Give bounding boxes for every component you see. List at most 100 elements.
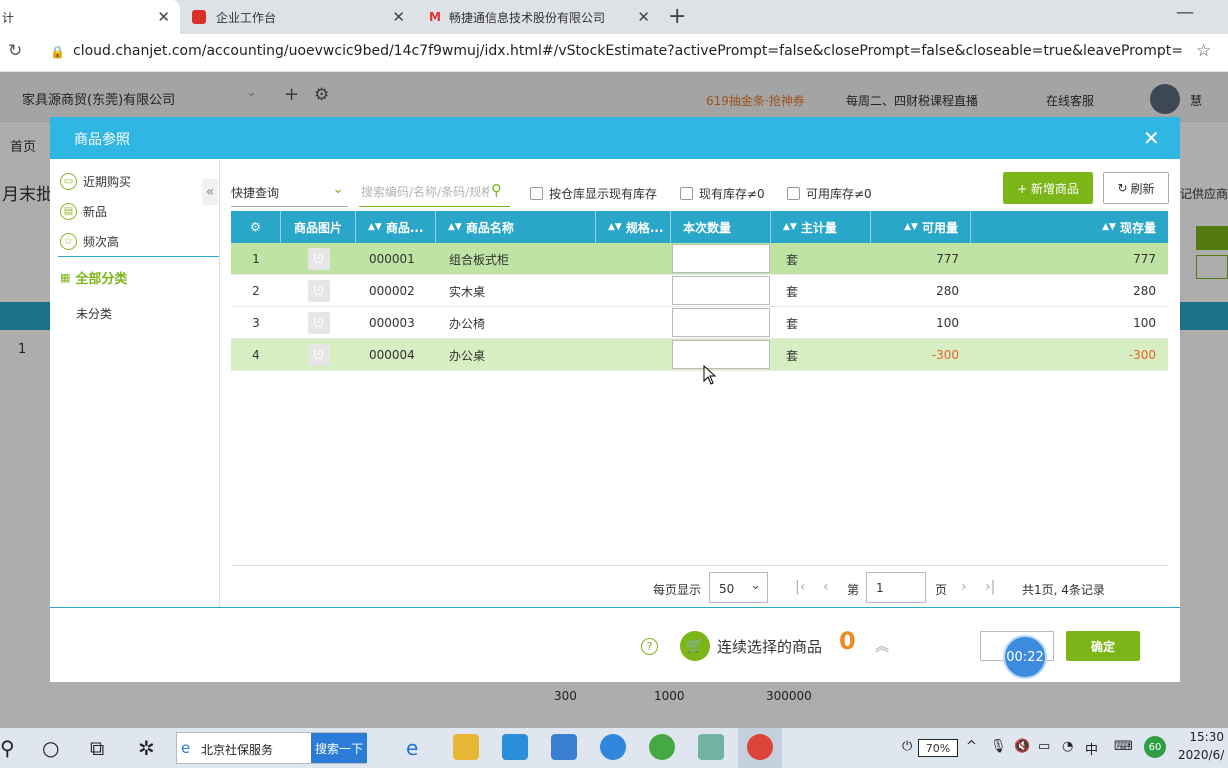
notification-badge[interactable]: 60: [1144, 736, 1166, 758]
power-icon[interactable]: ▭: [1038, 739, 1050, 754]
column-settings-icon[interactable]: ⚙: [231, 211, 281, 243]
sidebar-item-new[interactable]: ▤ 新品: [60, 200, 107, 222]
sidebar-item-frequent[interactable]: ☆ 频次高: [60, 230, 119, 252]
app-icon[interactable]: [698, 734, 724, 760]
col-stock[interactable]: ▲▼ 现存量: [971, 211, 1168, 243]
checkbox-label: 可用库存≠0: [806, 187, 872, 201]
image-placeholder-icon: ᘎ: [307, 344, 330, 366]
col-name[interactable]: ▲▼ 商品名称: [436, 211, 596, 243]
sidebar-item-all-categories[interactable]: ▦ 全部分类: [60, 268, 127, 287]
sidebar-item-recent[interactable]: ▭ 近期购买: [60, 170, 131, 192]
warehouse-stock-checkbox[interactable]: 按仓库显示现有库存: [530, 185, 657, 202]
new-tab-icon[interactable]: +: [668, 4, 686, 29]
wifi-icon[interactable]: ◔: [1062, 739, 1073, 754]
clock-icon[interactable]: [600, 734, 626, 760]
quick-query-select[interactable]: 快捷查询 ⌄: [231, 180, 348, 207]
clock-time[interactable]: 15:30: [1178, 730, 1224, 744]
search-input[interactable]: [361, 183, 489, 201]
taskbar-search-button[interactable]: 搜索一下: [311, 733, 367, 763]
per-page-label: 每页显示: [653, 583, 702, 597]
ime-indicator[interactable]: 中: [1085, 739, 1098, 758]
col-code[interactable]: ▲▼ 商品...: [356, 211, 436, 243]
taskbar-search-label: 北京社保服务: [201, 743, 274, 757]
product-table: ⚙ 商品图片 ▲▼ 商品... ▲▼ 商品名称 ▲▼ 规格... 本次数量 ▲▼ 主计量…: [231, 211, 1168, 566]
table-row[interactable]: 4 ᘎ 000004 办公桌 套 -300 -300: [231, 339, 1168, 371]
col-spec[interactable]: ▲▼ 规格...: [596, 211, 671, 243]
product-name: 组合板式柜: [449, 252, 510, 267]
checkbox-box[interactable]: [530, 187, 543, 200]
chrome-icon[interactable]: [747, 734, 773, 760]
col-label: 主计量: [800, 220, 837, 235]
minimize-icon[interactable]: —: [1176, 2, 1194, 23]
stock-qty: 777: [1133, 252, 1156, 266]
reload-icon[interactable]: ↻: [8, 41, 22, 61]
file-explorer-icon[interactable]: [453, 734, 479, 760]
taskbar-search[interactable]: e 北京社保服务 搜索一下: [176, 732, 367, 764]
clock-date[interactable]: 2020/6/1: [1178, 748, 1224, 762]
quantity-input[interactable]: [672, 308, 770, 337]
product-image: ᘎ: [281, 339, 356, 371]
table-row[interactable]: 3 ᘎ 000003 办公椅 套 100 100: [231, 307, 1168, 339]
confirm-button[interactable]: 确定: [1066, 631, 1140, 661]
page-size-select[interactable]: 50 ⌄: [709, 572, 768, 603]
quantity-input[interactable]: [672, 340, 770, 369]
battery-indicator[interactable]: 70%: [918, 739, 958, 757]
col-label: 商品名称: [465, 220, 514, 235]
checkbox-box[interactable]: [680, 187, 693, 200]
divider: [50, 607, 1180, 608]
pinwheel-icon[interactable]: ✲: [138, 736, 155, 760]
bookmark-star-icon[interactable]: ☆: [1196, 41, 1211, 61]
mail-icon[interactable]: [551, 734, 577, 760]
browser-tab[interactable]: 企业工作台 ✕: [180, 0, 415, 34]
browser-360-icon[interactable]: [649, 734, 675, 760]
col-label: 现存量: [1119, 220, 1156, 235]
new-product-button[interactable]: + 新增商品: [1003, 172, 1093, 204]
cortana-icon[interactable]: ○: [42, 736, 59, 760]
checkbox-box[interactable]: [787, 187, 800, 200]
refresh-label: 刷新: [1130, 181, 1155, 196]
next-page-icon[interactable]: ›: [961, 579, 967, 595]
prev-page-icon[interactable]: ‹: [823, 579, 829, 595]
table-row[interactable]: 1 ᘎ 000001 组合板式柜 套 777 777: [231, 243, 1168, 275]
url-field[interactable]: cloud.chanjet.com/accounting/uoevwcic9be…: [73, 43, 1183, 59]
quantity-input[interactable]: [672, 276, 770, 305]
browser-tab-active[interactable]: 计 ✕: [0, 0, 180, 34]
quantity-input[interactable]: [672, 244, 770, 273]
help-icon[interactable]: ?: [641, 638, 658, 655]
product-image: ᘎ: [281, 307, 356, 339]
search-icon[interactable]: ⚲: [491, 181, 502, 199]
stock-nonzero-checkbox[interactable]: 现有库存≠0: [680, 185, 765, 202]
sidebar-item-uncategorized[interactable]: 未分类: [76, 305, 112, 322]
page-number-input[interactable]: 1: [866, 572, 926, 603]
first-page-icon[interactable]: |‹: [795, 579, 805, 595]
cart-icon[interactable]: 🛒: [680, 631, 710, 661]
col-label: 本次数量: [683, 220, 732, 235]
table-row[interactable]: 2 ᘎ 000002 实木桌 套 280 280: [231, 275, 1168, 307]
store-icon[interactable]: [502, 734, 528, 760]
lock-icon[interactable]: 🔒: [50, 45, 65, 59]
address-bar: ↻ 🔒 cloud.chanjet.com/accounting/uoevwci…: [0, 34, 1228, 72]
search-icon[interactable]: ⚲: [0, 736, 15, 760]
tray-up-icon[interactable]: ^: [966, 739, 977, 754]
last-page-icon[interactable]: ›|: [985, 579, 995, 595]
product-name: 实木桌: [449, 284, 486, 299]
speaker-muted-icon[interactable]: 🔇: [1014, 739, 1030, 754]
refresh-button[interactable]: ↻ 刷新: [1103, 172, 1169, 204]
microphone-icon[interactable]: 🎙: [990, 739, 1007, 754]
col-label: 可用量: [921, 220, 958, 235]
selected-count: 0: [839, 627, 856, 655]
close-icon[interactable]: ✕: [1143, 126, 1160, 150]
tab-close-icon[interactable]: ✕: [637, 8, 650, 26]
collapse-icon[interactable]: «: [202, 179, 218, 205]
available-nonzero-checkbox[interactable]: 可用库存≠0: [787, 185, 872, 202]
expand-up-icon[interactable]: ︽: [875, 636, 889, 656]
tab-close-icon[interactable]: ✕: [392, 8, 405, 26]
edge-icon[interactable]: e: [406, 736, 418, 760]
image-placeholder-icon: ᘎ: [307, 248, 330, 270]
browser-tab[interactable]: M 畅捷通信息技术股份有限公司 ✕: [415, 0, 660, 34]
task-view-icon[interactable]: ⧉: [90, 736, 104, 760]
col-unit[interactable]: ▲▼ 主计量: [771, 211, 871, 243]
keyboard-icon[interactable]: ⌨: [1114, 739, 1133, 754]
tab-close-icon[interactable]: ✕: [157, 8, 170, 26]
col-available[interactable]: ▲▼ 可用量: [871, 211, 971, 243]
